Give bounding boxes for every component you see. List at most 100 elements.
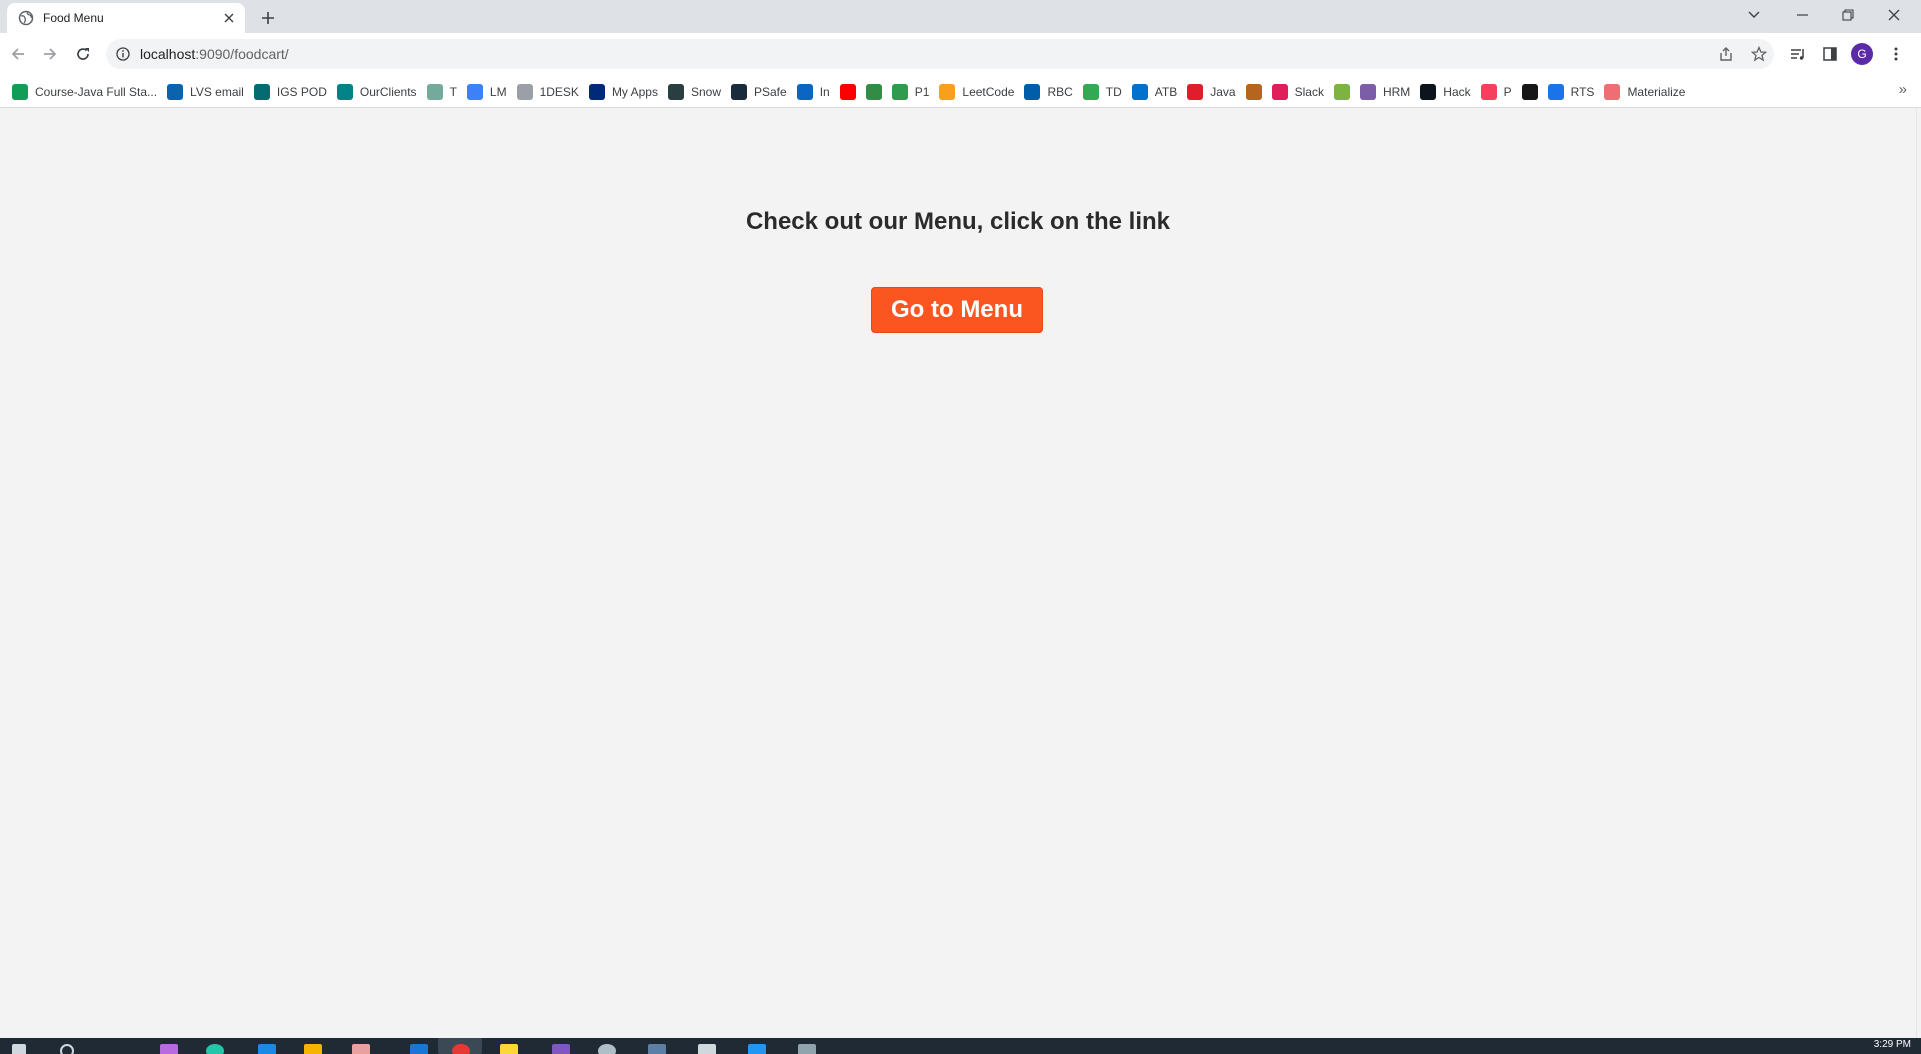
browser-toolbar: localhost:9090/foodcart/ G (0, 33, 1921, 76)
app-icon[interactable] (648, 1044, 666, 1054)
linkedin-icon (796, 83, 813, 100)
address-bar[interactable]: localhost:9090/foodcart/ (106, 39, 1774, 69)
app-icon[interactable] (598, 1044, 616, 1054)
bookmark-item[interactable]: TD (1079, 80, 1128, 104)
window-close-button[interactable] (1871, 0, 1917, 30)
bookmark-item[interactable]: LeetCode (935, 80, 1020, 104)
td-icon (1082, 83, 1099, 100)
new-tab-button[interactable] (257, 7, 279, 29)
profile-avatar[interactable]: G (1851, 43, 1873, 65)
bookmark-item[interactable]: RBC (1020, 80, 1078, 104)
kebab-menu-icon[interactable] (1886, 44, 1906, 64)
chrome-icon[interactable] (452, 1044, 470, 1054)
bookmarks-bar: Course-Java Full Sta... LVS email IGS POD O… (0, 76, 1921, 108)
bookmark-label: Materialize (1627, 84, 1686, 99)
bookmark-item[interactable] (836, 80, 862, 104)
bookmark-item[interactable]: IGS POD (250, 80, 333, 104)
app-icon[interactable] (352, 1044, 370, 1054)
bookmark-item[interactable]: Materialize (1600, 80, 1691, 104)
globe-icon (1333, 83, 1350, 100)
bookmark-label: RBC (1047, 84, 1073, 99)
url-host: localhost (140, 46, 196, 62)
side-panel-icon[interactable] (1820, 44, 1840, 64)
bookmark-item[interactable]: P (1477, 80, 1518, 104)
page-scrollbar[interactable] (1916, 108, 1921, 1038)
app-icon[interactable] (748, 1044, 766, 1054)
star-icon[interactable] (1749, 44, 1769, 64)
back-button[interactable] (7, 43, 29, 65)
github-icon (1521, 83, 1538, 100)
bookmark-item[interactable]: Hack (1416, 80, 1476, 104)
reload-button[interactable] (72, 43, 94, 65)
start-icon[interactable] (12, 1044, 26, 1054)
bookmark-item[interactable]: RTS (1544, 80, 1601, 104)
servicenow-icon (667, 83, 684, 100)
bookmarks-list: Course-Java Full Sta... LVS email IGS POD O… (8, 76, 1691, 107)
chevron-double-right-icon[interactable]: » (1899, 81, 1907, 98)
bookmark-item[interactable]: Java (1183, 80, 1241, 104)
leetcode-icon (939, 83, 956, 100)
tab-food-menu[interactable]: Food Menu (7, 3, 245, 33)
bookmark-item[interactable]: In (793, 80, 836, 104)
bookmark-label: LM (489, 84, 507, 99)
share-icon[interactable] (1716, 44, 1736, 64)
app-icon[interactable] (160, 1044, 178, 1054)
bookmark-label: OurClients (359, 84, 417, 99)
atb-icon (1131, 83, 1148, 100)
bookmark-label: ATB (1154, 84, 1178, 99)
info-icon[interactable] (116, 47, 130, 61)
sharepoint-icon (253, 83, 270, 100)
app-icon[interactable] (798, 1044, 816, 1054)
bookmark-item[interactable]: HRM (1356, 80, 1416, 104)
search-icon[interactable] (60, 1044, 74, 1054)
bookmark-item[interactable]: Course-Java Full Sta... (8, 80, 163, 104)
bookmark-label: Hack (1443, 84, 1471, 99)
bookmark-label: P (1503, 84, 1512, 99)
slack-icon (1271, 83, 1288, 100)
teams-icon[interactable] (552, 1044, 570, 1054)
taskbar-clock[interactable]: 3:29 PM (1874, 1039, 1911, 1050)
bookmark-item[interactable] (1242, 80, 1268, 104)
bookmark-item[interactable] (862, 80, 888, 104)
app-icon[interactable] (410, 1044, 428, 1054)
app-icon[interactable] (206, 1044, 224, 1054)
bookmark-label: Snow (690, 84, 721, 99)
app-icon[interactable] (258, 1044, 276, 1054)
settings-icon[interactable] (698, 1044, 716, 1054)
bookmark-item[interactable]: Snow (664, 80, 727, 104)
rbc-icon (1024, 83, 1041, 100)
bookmark-item[interactable]: LM (463, 80, 513, 104)
windows-taskbar: 3:29 PM (0, 1038, 1921, 1054)
go-to-menu-button[interactable]: Go to Menu (871, 287, 1043, 333)
bookmark-label: In (819, 84, 830, 99)
bookmark-item[interactable]: OurClients (333, 80, 423, 104)
bookmark-label: HRM (1382, 84, 1411, 99)
bookmark-item[interactable]: 1DESK (513, 80, 585, 104)
bookmark-item[interactable] (1330, 80, 1356, 104)
close-icon[interactable] (221, 10, 237, 26)
restore-button[interactable] (1825, 0, 1871, 30)
tab-title: Food Menu (43, 11, 104, 25)
bookmark-item[interactable]: T (423, 80, 463, 104)
tab-strip: Food Menu (0, 0, 1921, 33)
bookmark-label: LeetCode (962, 84, 1015, 99)
folder-icon[interactable] (304, 1044, 322, 1054)
tab-search-icon[interactable] (1731, 0, 1777, 30)
bookmark-item[interactable]: LVS email (163, 80, 250, 104)
bookmark-item[interactable] (1518, 80, 1544, 104)
bookmark-label: My Apps (611, 84, 658, 99)
bookmark-item[interactable]: PSafe (727, 80, 793, 104)
bookmark-item[interactable]: P1 (888, 80, 936, 104)
url-text: localhost:9090/foodcart/ (140, 46, 289, 62)
bookmark-label: Java (1210, 84, 1236, 99)
sharepoint-icon (336, 83, 353, 100)
bookmark-item[interactable]: ATB (1128, 80, 1183, 104)
hrm-icon (1359, 83, 1376, 100)
bookmark-item[interactable]: Slack (1268, 80, 1330, 104)
app-icon[interactable] (500, 1044, 518, 1054)
bookmark-label: Course-Java Full Sta... (35, 84, 158, 99)
minimize-button[interactable] (1779, 0, 1825, 30)
reading-list-icon[interactable] (1788, 44, 1808, 64)
bookmark-item[interactable]: My Apps (585, 80, 664, 104)
forward-button[interactable] (39, 43, 61, 65)
